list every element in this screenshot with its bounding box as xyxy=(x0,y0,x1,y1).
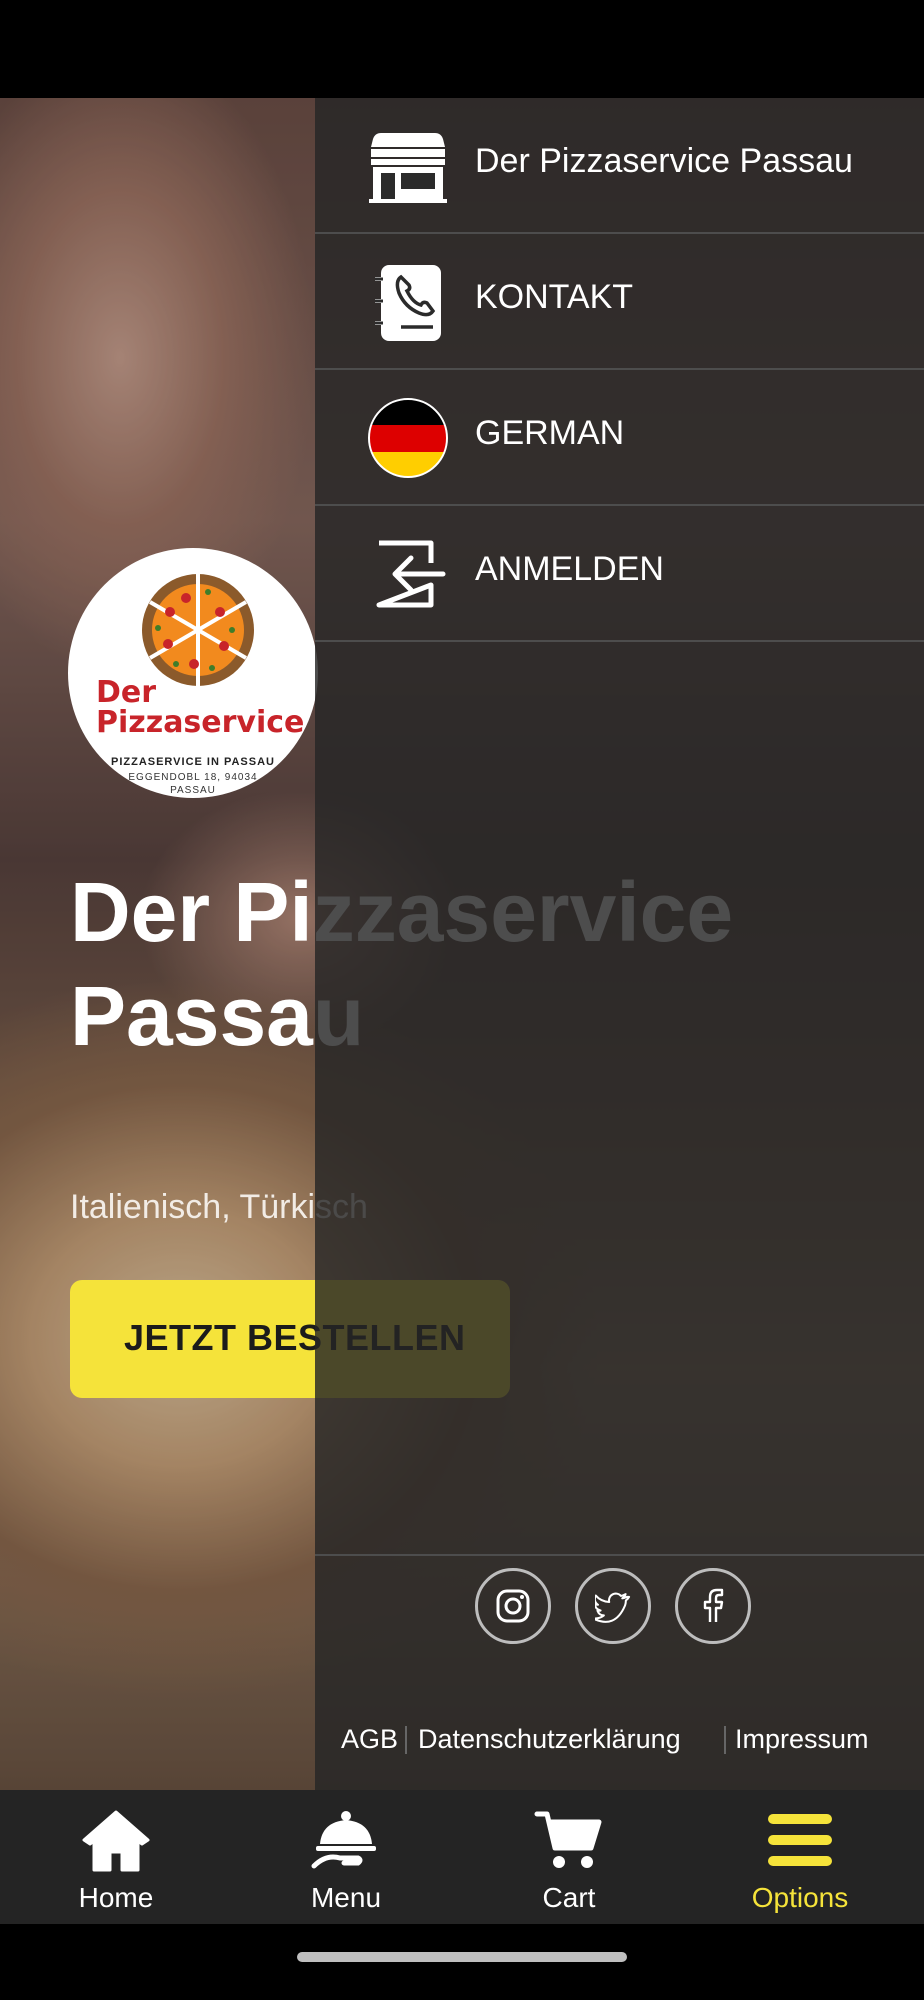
cloche-icon xyxy=(311,1811,376,1869)
legal-separator xyxy=(724,1726,726,1754)
drawer-item-label: ANMELDEN xyxy=(475,550,664,588)
drawer-item-language[interactable]: GERMAN xyxy=(315,370,924,506)
side-drawer: Der Pizzaservice Passau KONTAKT GERMAN A… xyxy=(315,98,924,1790)
nav-menu-label: Menu xyxy=(310,1882,382,1913)
drawer-item-restaurant[interactable]: Der Pizzaservice Passau xyxy=(315,98,924,234)
menu-bars-icon xyxy=(768,1814,832,1866)
bottom-navigation: Home Menu Cart Options xyxy=(0,1790,924,1924)
home-indicator-area xyxy=(0,1924,924,2000)
home-icon xyxy=(82,1810,150,1872)
pizza-icon xyxy=(142,574,254,686)
drawer-item-label: KONTAKT xyxy=(475,278,634,316)
german-flag-icon xyxy=(368,398,448,478)
store-icon xyxy=(369,133,447,203)
agb-link[interactable]: AGB xyxy=(341,1724,398,1755)
instagram-icon xyxy=(496,1589,530,1623)
drawer-item-login[interactable]: ANMELDEN xyxy=(315,506,924,642)
drawer-divider xyxy=(315,1554,924,1556)
privacy-link[interactable]: Datenschutzerklärung xyxy=(418,1724,681,1755)
nav-cart[interactable]: Cart xyxy=(479,1790,659,1924)
logo-wordmark: Der Pizzaservice xyxy=(96,675,305,740)
nav-home-label: Home xyxy=(78,1882,154,1913)
login-icon xyxy=(376,540,446,608)
instagram-button[interactable] xyxy=(475,1568,551,1644)
twitter-button[interactable] xyxy=(575,1568,651,1644)
legal-separator xyxy=(405,1726,407,1754)
nav-options-label: Options xyxy=(751,1882,849,1913)
twitter-icon xyxy=(595,1592,631,1623)
restaurant-logo: Der Pizzaservice PIZZASERVICE IN PASSAU … xyxy=(68,548,318,798)
contact-book-icon xyxy=(375,265,441,341)
home-indicator[interactable] xyxy=(297,1952,627,1962)
logo-address: EGGENDOBL 18, 94034 xyxy=(128,772,258,783)
facebook-button[interactable] xyxy=(675,1568,751,1644)
imprint-link[interactable]: Impressum xyxy=(735,1724,869,1755)
facebook-icon xyxy=(703,1588,724,1622)
nav-cart-label: Cart xyxy=(542,1882,596,1913)
status-bar xyxy=(0,0,924,98)
cart-icon xyxy=(534,1811,602,1868)
nav-home[interactable]: Home xyxy=(26,1790,206,1924)
nav-menu[interactable]: Menu xyxy=(256,1790,436,1924)
nav-options[interactable]: Options xyxy=(710,1790,890,1924)
drawer-item-label: Der Pizzaservice Passau xyxy=(475,142,853,180)
drawer-item-contact[interactable]: KONTAKT xyxy=(315,234,924,370)
logo-tagline: PIZZASERVICE IN PASSAU xyxy=(110,756,275,768)
drawer-item-label: GERMAN xyxy=(475,414,625,452)
logo-city: PASSAU xyxy=(170,785,216,796)
